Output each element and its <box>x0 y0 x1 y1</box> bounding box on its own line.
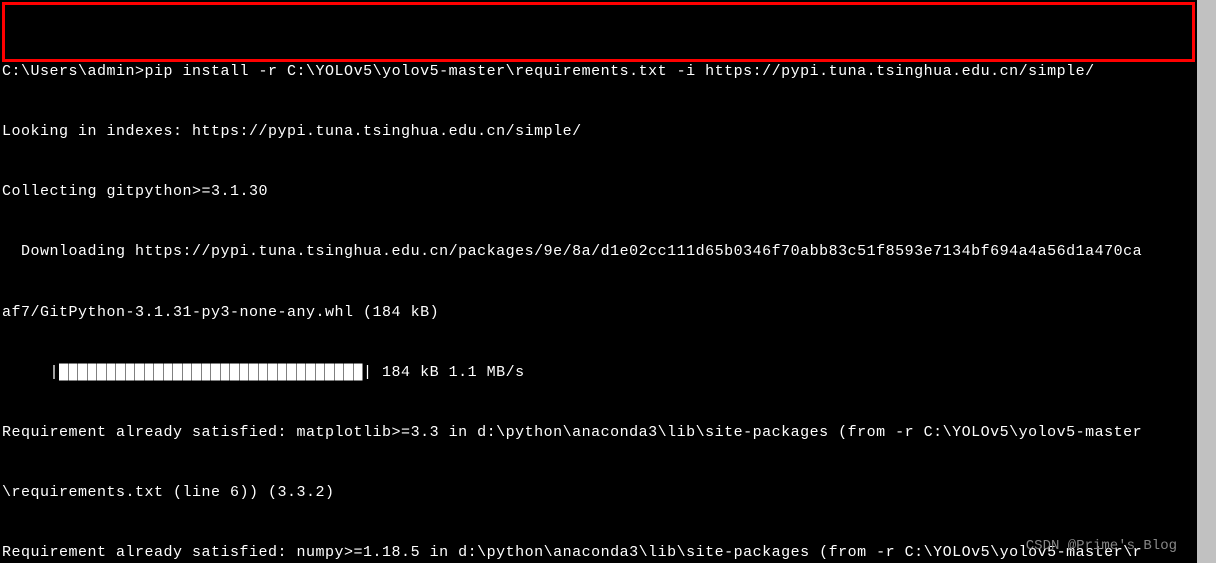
progress-line: |████████████████████████████████| 184 k… <box>0 362 1197 383</box>
scrollbar-vertical[interactable] <box>1197 0 1216 563</box>
watermark-text: CSDN @Prime's Blog <box>1026 537 1177 557</box>
output-line: af7/GitPython-3.1.31-py3-none-any.whl (1… <box>0 302 1197 323</box>
output-line: Looking in indexes: https://pypi.tuna.ts… <box>0 121 1197 142</box>
output-line: Collecting gitpython>=3.1.30 <box>0 181 1197 202</box>
prompt: C:\Users\admin> <box>2 63 145 80</box>
terminal-window[interactable]: C:\Users\admin>pip install -r C:\YOLOv5\… <box>0 0 1197 563</box>
output-line: Downloading https://pypi.tuna.tsinghua.e… <box>0 241 1197 262</box>
output-line: Requirement already satisfied: matplotli… <box>0 422 1197 443</box>
highlight-overlay <box>2 2 1195 62</box>
output-line: \requirements.txt (line 6)) (3.3.2) <box>0 482 1197 503</box>
output-line: Requirement already satisfied: numpy>=1.… <box>0 542 1197 563</box>
command-line: C:\Users\admin>pip install -r C:\YOLOv5\… <box>0 61 1197 82</box>
command-text: pip install -r C:\YOLOv5\yolov5-master\r… <box>145 63 1095 80</box>
scrollbar-thumb[interactable] <box>1197 0 1216 563</box>
